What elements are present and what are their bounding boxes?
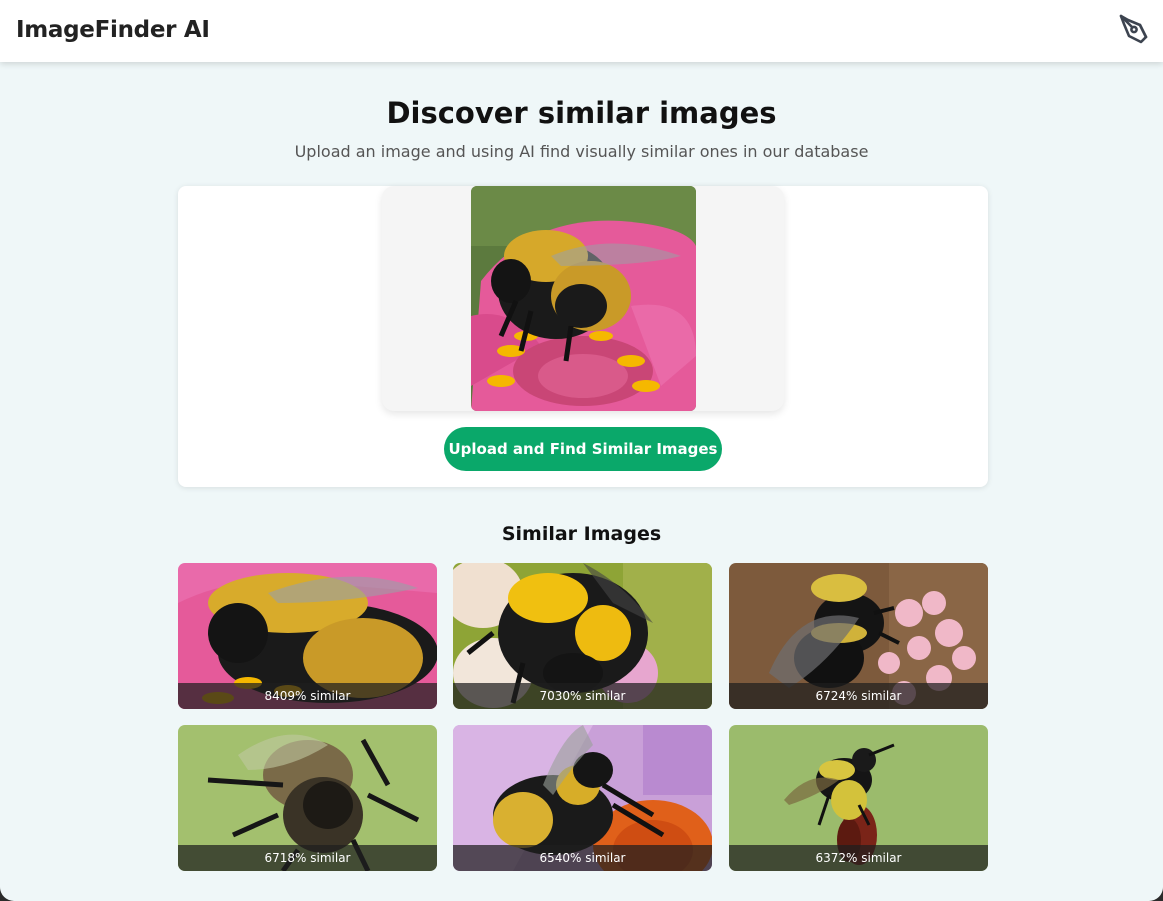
similar-image-card[interactable]: 6372% similar	[729, 725, 988, 871]
similarity-label: 6718% similar	[178, 845, 437, 871]
similar-image-card[interactable]: 7030% similar	[453, 563, 712, 709]
similar-image-card[interactable]: 6540% similar	[453, 725, 712, 871]
similarity-label: 6540% similar	[453, 845, 712, 871]
similarity-label: 6372% similar	[729, 845, 988, 871]
similarity-label: 6724% similar	[729, 683, 988, 709]
app-window: ImageFinder AI Discover similar images U…	[0, 0, 1163, 901]
page-subtitle: Upload an image and using AI find visual…	[294, 142, 869, 161]
similarity-label: 7030% similar	[453, 683, 712, 709]
similar-image-card[interactable]: 8409% similar	[178, 563, 437, 709]
similarity-label: 8409% similar	[178, 683, 437, 709]
navbar: ImageFinder AI	[0, 0, 1163, 62]
uploaded-image-preview	[471, 186, 696, 411]
upload-find-button[interactable]: Upload and Find Similar Images	[444, 427, 722, 471]
upload-card: Upload and Find Similar Images	[178, 186, 988, 487]
app-title: ImageFinder AI	[16, 17, 210, 43]
results-heading: Similar Images	[501, 523, 662, 545]
similar-image-card[interactable]: 6724% similar	[729, 563, 988, 709]
image-preview-frame[interactable]	[382, 186, 784, 411]
similar-image-card[interactable]: 6718% similar	[178, 725, 437, 871]
page-title: Discover similar images	[386, 96, 777, 130]
pen-tool-icon[interactable]	[1117, 13, 1149, 45]
